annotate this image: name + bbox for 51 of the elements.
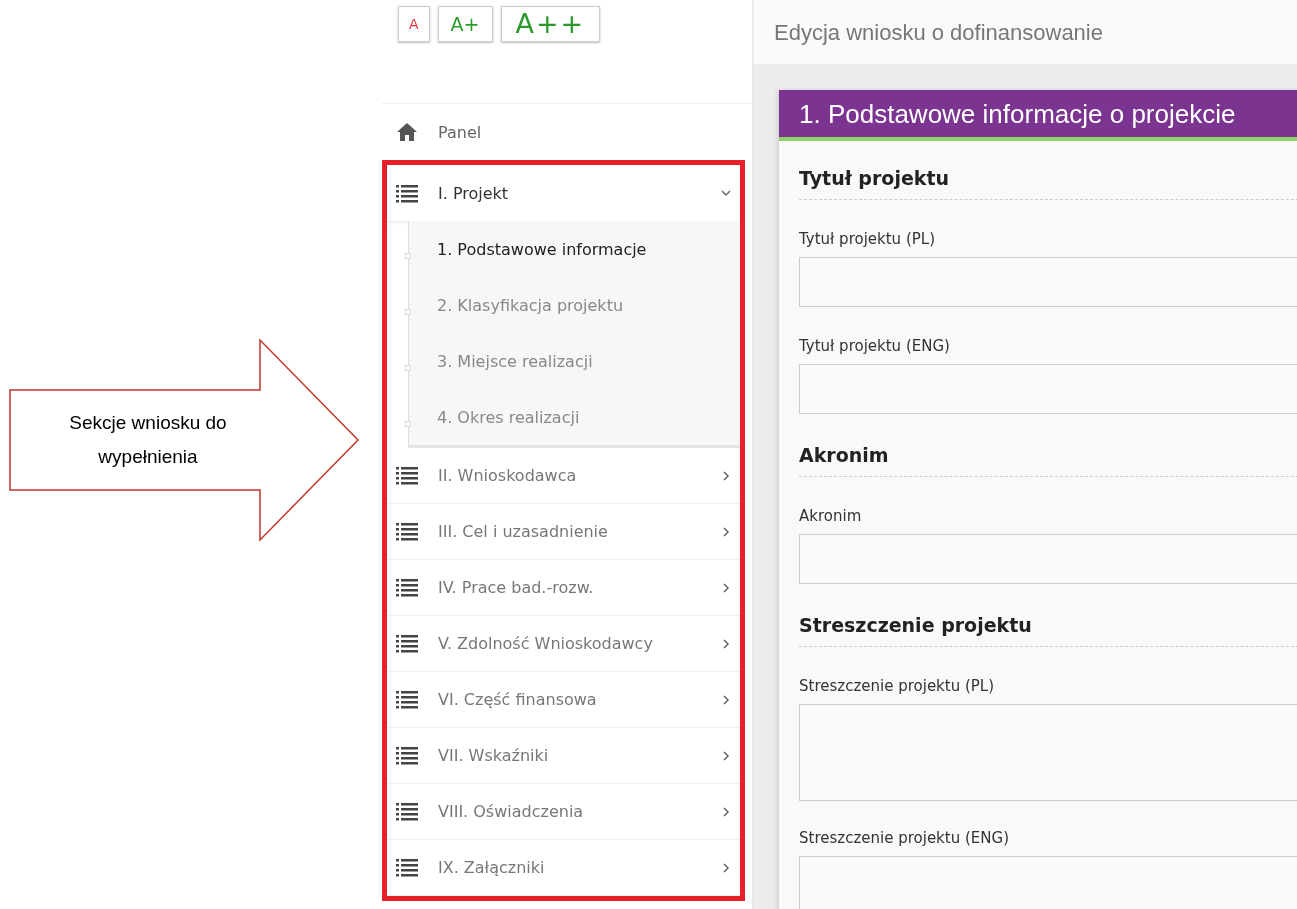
chevron-right-icon xyxy=(720,805,732,818)
page-title: Edycja wniosku o dofinansowanie xyxy=(753,0,1297,64)
chevron-right-icon xyxy=(720,525,732,538)
list-icon xyxy=(396,690,418,709)
submenu-item[interactable]: 3. Miejsce realizacji xyxy=(437,351,593,371)
font-size-button[interactable]: A++ xyxy=(500,6,601,42)
list-icon xyxy=(396,522,418,541)
input-field[interactable] xyxy=(799,257,1297,307)
chevron-right-icon xyxy=(720,581,732,594)
field-label: Tytuł projektu (ENG) xyxy=(799,337,951,355)
chevron-right-icon xyxy=(720,637,732,650)
nav-item[interactable]: Panel xyxy=(382,104,752,160)
chevron-right-icon xyxy=(720,469,732,482)
callout-text: Sekcje wniosku do wypełnienia xyxy=(68,411,228,469)
input-field[interactable] xyxy=(799,534,1297,584)
submenu-item[interactable]: 4. Okres realizacji xyxy=(437,407,580,427)
field-label: Akronim xyxy=(799,507,863,525)
nav-item[interactable]: IX. Załączniki xyxy=(387,840,740,896)
font-size-button[interactable]: A+ xyxy=(437,6,493,42)
list-icon xyxy=(396,802,418,821)
chevron-down-icon xyxy=(720,187,732,199)
nav-item[interactable]: V. Zdolność Wnioskodawcy xyxy=(387,616,740,672)
nav-item[interactable]: III. Cel i uzasadnienie xyxy=(387,504,740,560)
chevron-right-icon xyxy=(720,861,732,874)
list-icon xyxy=(396,634,418,653)
chevron-right-icon xyxy=(720,749,732,762)
chevron-right-icon xyxy=(720,693,732,706)
field-label: Streszczenie projektu (PL) xyxy=(799,677,996,695)
nav-item[interactable]: IV. Prace bad.-rozw. xyxy=(387,560,740,616)
nav-item[interactable]: I. Projekt xyxy=(387,165,740,221)
text-area[interactable] xyxy=(799,704,1297,801)
home-icon xyxy=(396,122,418,142)
list-icon xyxy=(396,858,418,877)
list-icon xyxy=(396,578,418,597)
input-field[interactable] xyxy=(799,364,1297,414)
nav-item[interactable]: VII. Wskaźniki xyxy=(387,728,740,784)
font-size-button[interactable]: A xyxy=(398,6,430,42)
list-icon xyxy=(396,746,418,765)
field-label: Tytuł projektu (PL) xyxy=(799,230,936,248)
section-heading: Akronim xyxy=(799,444,1297,477)
nav-item[interactable]: VIII. Oświadczenia xyxy=(387,784,740,840)
submenu-item[interactable]: 2. Klasyfikacja projektu xyxy=(437,295,624,315)
section-heading: Tytuł projektu xyxy=(799,167,1297,200)
submenu-item[interactable]: 1. Podstawowe informacje xyxy=(437,239,647,259)
field-label: Streszczenie projektu (ENG) xyxy=(799,829,1010,847)
list-icon xyxy=(396,466,418,485)
nav-item[interactable]: II. Wnioskodawca xyxy=(387,448,740,504)
nav-item[interactable]: VI. Część finansowa xyxy=(387,672,740,728)
list-icon xyxy=(396,183,418,203)
card-header: 1. Podstawowe informacje o projekcie xyxy=(779,90,1297,141)
section-heading: Streszczenie projektu xyxy=(799,614,1297,647)
